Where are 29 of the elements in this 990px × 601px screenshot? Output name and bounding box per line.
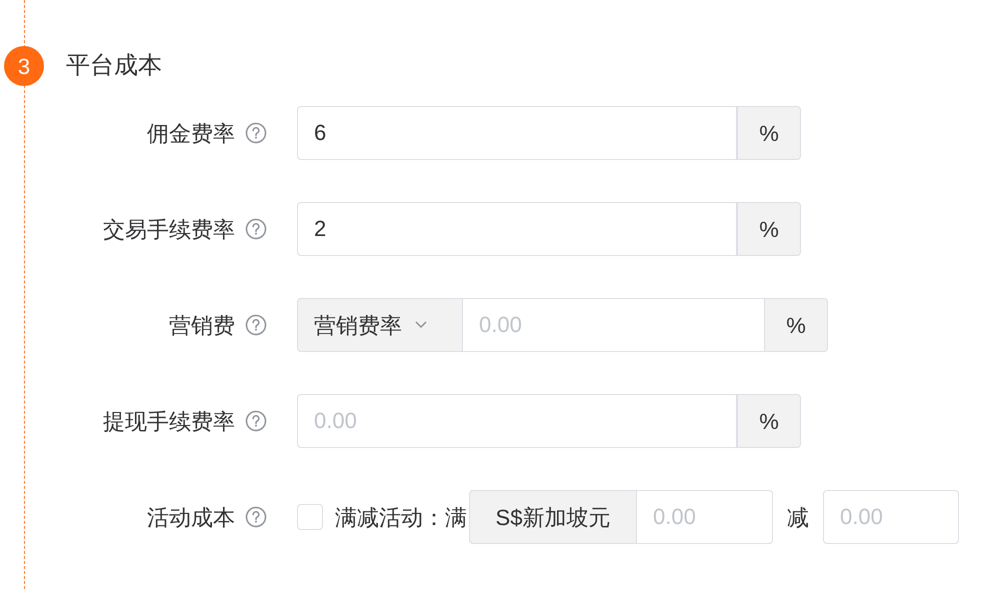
field-label: 提现手续费率 [103,408,235,436]
help-icon [245,218,267,240]
input-field[interactable]: 0.00 [637,490,773,544]
checkbox-label: 满减活动： [335,504,445,532]
step-badge: 3 [4,46,44,86]
field-label: 营销费 [169,312,235,340]
chevron-down-icon [414,320,428,330]
help-icon [245,122,267,144]
input-field[interactable]: 0.00 [823,490,959,544]
unit-addon: % [737,106,801,160]
unit-addon: % [737,202,801,256]
input-field[interactable]: 6 [297,106,737,160]
checkbox[interactable] [297,504,323,530]
full-label: 满 [445,504,467,532]
minus-label: 减 [787,504,809,532]
input-field[interactable]: 2 [297,202,737,256]
help-icon [245,410,267,432]
help-icon [245,314,267,336]
rate-select[interactable]: 营销费率 [297,298,463,352]
currency-addon: S$新加坡元 [469,490,637,544]
unit-addon: % [764,298,828,352]
input-field[interactable]: 0.00 [297,394,737,448]
field-label: 交易手续费率 [103,216,235,244]
section-title: 平台成本 [66,51,162,81]
field-label: 活动成本 [147,504,235,532]
help-icon [245,506,267,528]
unit-addon: % [737,394,801,448]
input-field[interactable]: 0.00 [463,298,764,352]
field-label: 佣金费率 [147,120,235,148]
